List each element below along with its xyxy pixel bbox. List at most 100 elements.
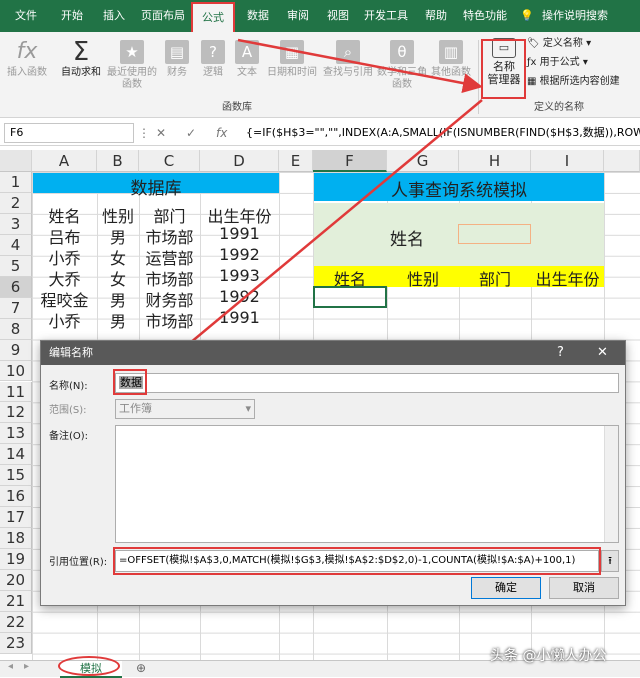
comment-textarea[interactable] [115,425,619,543]
more-functions-button[interactable]: ▥ 其他函数 [428,40,474,79]
row-header[interactable]: 1 [0,172,32,193]
row-header[interactable]: 13 [0,423,32,445]
insert-function-button[interactable]: fx 插入函数 [4,40,50,79]
db-cell: 1993 [219,266,260,285]
help-icon[interactable]: ? [557,341,564,365]
row-header[interactable]: 7 [0,297,32,319]
financial-button[interactable]: ▤ 财务 [160,40,194,79]
math-trig-label: 数学和三角函数 [377,67,427,90]
tab-page-layout[interactable]: 页面布局 [134,0,192,32]
logical-button[interactable]: ? 逻辑 [196,40,230,79]
row-header[interactable]: 15 [0,465,32,487]
active-cell-F6[interactable] [313,286,387,308]
function-library-group-label: 函数库 [222,102,252,113]
tab-view[interactable]: 视图 [318,0,358,32]
date-time-label: 日期和时间 [267,67,317,78]
row-header[interactable]: 8 [0,318,32,340]
name-label: 名称(N): [49,381,88,392]
formula-input[interactable]: {=IF($H$3="","",INDEX(A:A,SMALL(IF(ISNUM… [246,123,640,143]
magnifier-icon: ⌕ [336,40,360,64]
row-header[interactable]: 16 [0,486,32,508]
row-header[interactable]: 21 [0,591,32,612]
column-header[interactable]: C [139,150,200,172]
scope-select[interactable]: 工作簿 ▾ [115,399,255,419]
row-header[interactable]: 6 [0,276,32,298]
row-header[interactable]: 10 [0,360,32,382]
tab-insert[interactable]: 插入 [94,0,134,32]
use-in-formula-label: 用于公式 [539,57,580,68]
row-header[interactable]: 22 [0,611,32,633]
lookup-reference-button[interactable]: ⌕ 查找与引用 [320,40,376,79]
row-header[interactable]: 9 [0,339,32,361]
tab-review[interactable]: 审阅 [278,0,318,32]
define-name-label: 定义名称 [542,38,583,49]
fx-icon: fx [16,39,38,64]
select-all-corner[interactable] [0,150,32,172]
tab-home[interactable]: 开始 [50,0,94,32]
column-header-partial[interactable] [604,150,640,172]
question-icon: ? [201,40,225,64]
row-header[interactable]: 23 [0,632,32,654]
name-box[interactable]: F6 [4,123,134,143]
row-header[interactable]: 12 [0,402,32,424]
tab-developer[interactable]: 开发工具 [358,0,414,32]
tell-me-search[interactable]: 操作说明搜索 [538,0,612,32]
text-button[interactable]: A 文本 [230,40,264,79]
column-header[interactable]: D [200,150,279,172]
name-field[interactable]: 数据 [115,373,619,393]
query-name-label: 姓名 [390,230,424,250]
close-icon[interactable]: ✕ [597,341,608,365]
row-header[interactable]: 17 [0,507,32,529]
star-icon: ★ [120,40,144,64]
scroll-left-icon[interactable]: ◂ [8,661,13,672]
ribbon-formulas: fx 插入函数 Σ 自动求和 ★ 最近使用的函数 ▤ 财务 ? 逻辑 A 文本 … [0,32,640,118]
math-trig-button[interactable]: θ 数学和三角函数 [376,40,428,91]
column-header[interactable]: A [32,150,97,172]
query-name-input[interactable] [458,224,531,244]
column-header[interactable]: F [313,150,387,172]
scroll-right-icon[interactable]: ▸ [24,661,29,672]
autosum-button[interactable]: Σ 自动求和 [56,39,106,79]
row-header[interactable]: 3 [0,213,32,235]
define-name-button[interactable]: 🏷 定义名称 ▾ [527,36,591,52]
use-in-formula-button[interactable]: ƒx 用于公式 ▾ [527,55,588,71]
column-header[interactable]: H [459,150,531,172]
column-header[interactable]: B [97,150,139,172]
lookup-reference-label: 查找与引用 [323,67,373,78]
defined-names-group-label: 定义的名称 [534,102,584,113]
date-time-button[interactable]: ▦ 日期和时间 [264,40,320,79]
tab-data[interactable]: 数据 [238,0,278,32]
recently-used-button[interactable]: ★ 最近使用的函数 [104,40,160,91]
row-header[interactable]: 14 [0,444,32,466]
column-header[interactable]: I [531,150,604,172]
ok-button[interactable]: 确定 [471,577,541,599]
row-header[interactable]: 19 [0,549,32,571]
tab-special-features[interactable]: 特色功能 [456,0,514,32]
tab-formulas[interactable]: 公式 [191,2,235,34]
column-header[interactable]: G [387,150,459,172]
row-header[interactable]: 11 [0,381,32,403]
chevron-down-icon: ▾ [245,402,251,415]
row-header[interactable]: 20 [0,570,32,591]
db-cell: 1991 [219,224,260,243]
create-from-selection-button[interactable]: ▦ 根据所选内容创建 [527,74,620,90]
ribbon-tabs: 文件 开始 插入 页面布局 公式 数据 审阅 视图 开发工具 帮助 特色功能 💡… [0,0,640,34]
confirm-icon[interactable]: ✓ [186,123,196,143]
db-cell: 1992 [219,245,260,264]
query-header: 部门 [478,270,511,289]
tab-help[interactable]: 帮助 [416,0,456,32]
cancel-icon[interactable]: ✕ [156,123,166,143]
row-header[interactable]: 4 [0,234,32,256]
column-header[interactable]: E [279,150,313,172]
tab-file[interactable]: 文件 [4,0,48,32]
row-header[interactable]: 2 [0,192,32,214]
collapse-dialog-icon[interactable]: ⭱ [601,550,619,572]
row-header[interactable]: 5 [0,255,32,277]
query-header: 性别 [406,270,439,289]
comment-scrollbar[interactable] [604,426,618,542]
financial-label: 财务 [167,67,187,78]
insert-function-icon[interactable]: fx [216,123,227,143]
cancel-button[interactable]: 取消 [549,577,619,599]
row-header[interactable]: 18 [0,528,32,550]
add-sheet-icon[interactable]: ⊕ [136,661,146,675]
